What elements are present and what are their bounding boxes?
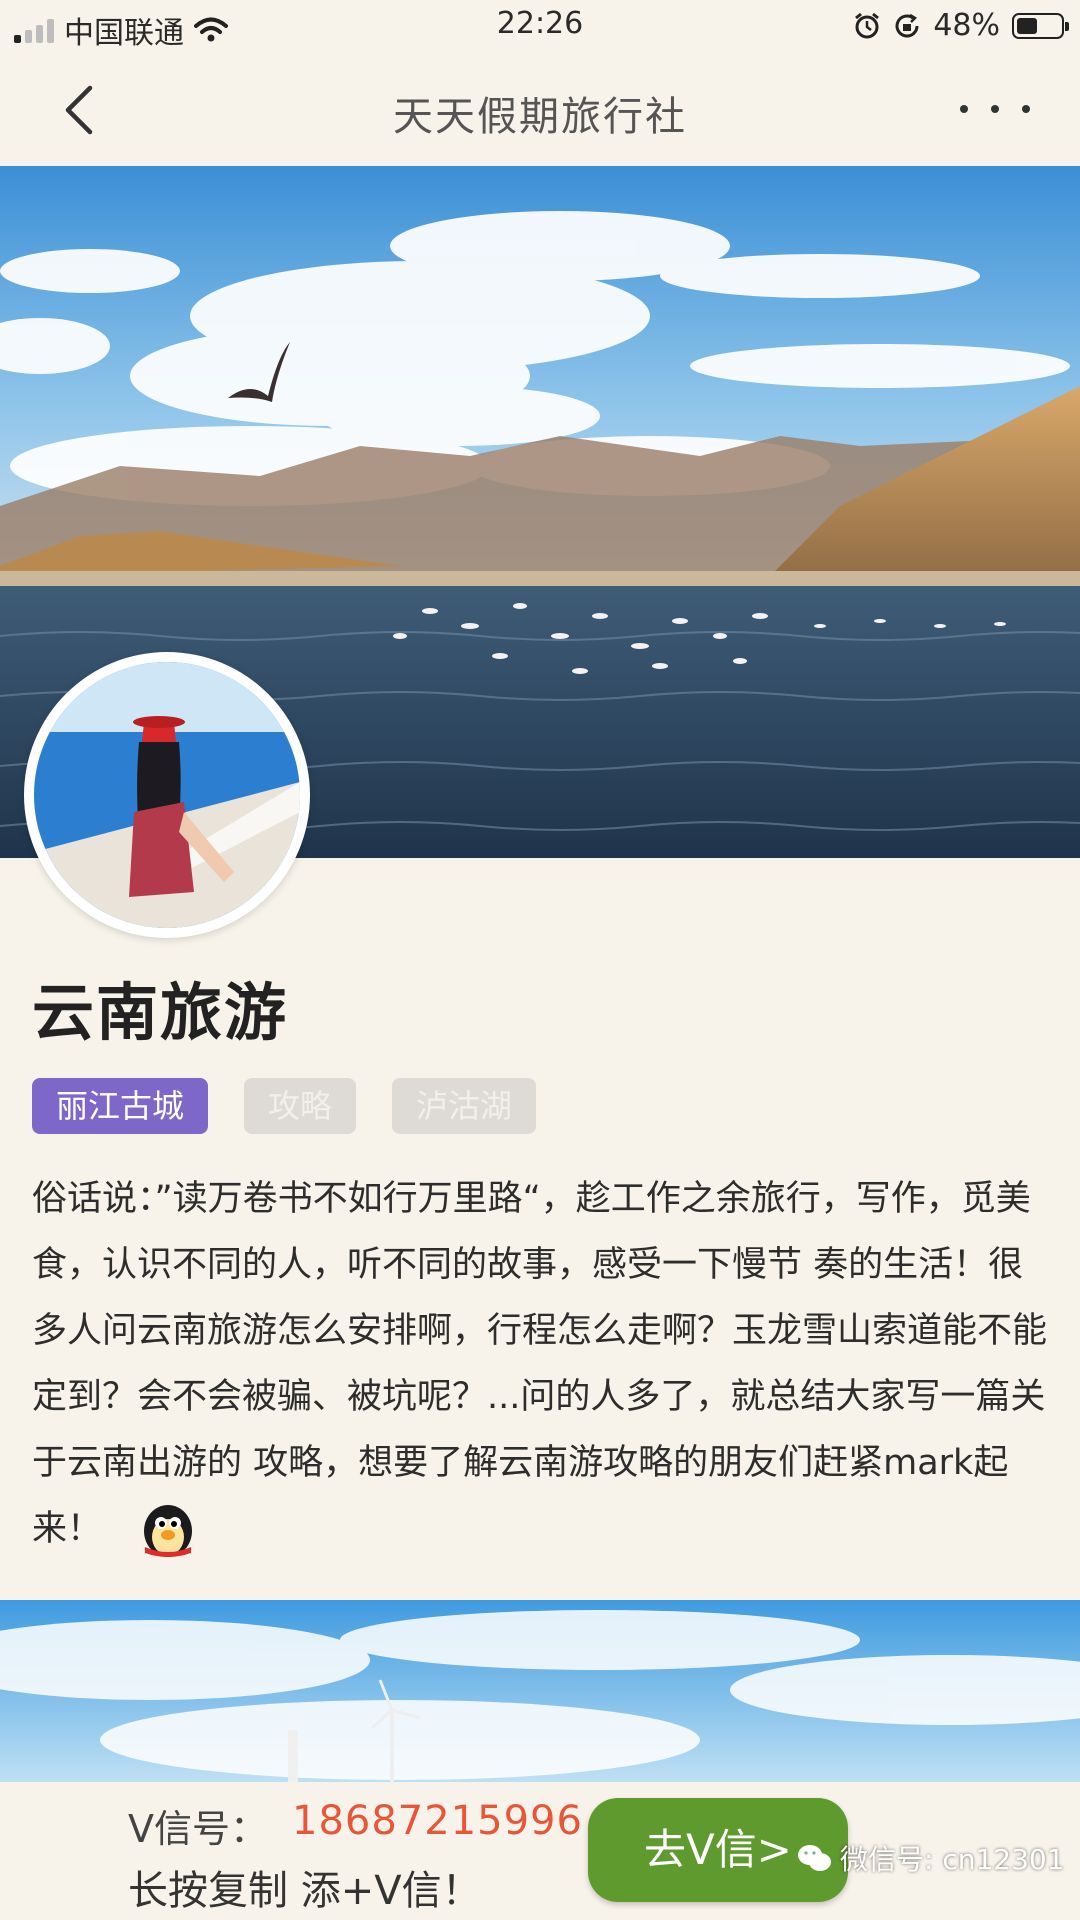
contact-bar: V信号： 18687215996 长按复制 添+V信！ 去V信> 微信号: cn… (0, 1782, 1080, 1920)
page-title: 云南旅游 (32, 976, 289, 1049)
nav-bar: 天天假期旅行社 (0, 52, 1080, 167)
tag-lijiang[interactable]: 丽江古城 (32, 1078, 209, 1134)
wechat-id-number[interactable]: 18687215996 (292, 1798, 583, 1844)
watermark-text: 微信号: cn12301 (840, 1843, 1065, 1876)
penguin-emoji-icon (144, 1505, 193, 1557)
page-header-title: 天天假期旅行社 (393, 94, 687, 140)
alarm-icon (855, 12, 880, 38)
article-text: 俗话说：”读万卷书不如行万里路“，趁工作之余旅行，写作，觅美食，认识不同的人，听… (32, 1179, 1048, 1549)
avatar[interactable] (24, 652, 310, 938)
rotation-lock-icon (895, 13, 919, 37)
battery-percent: 48% (933, 8, 1000, 43)
tag-list: 丽江古城 攻略 泸沽湖 (32, 1078, 537, 1134)
watermark: 微信号: cn12301 (796, 1838, 1065, 1878)
article-body: 俗话说：”读万卷书不如行万里路“，趁工作之余旅行，写作，觅美食，认识不同的人，听… (32, 1166, 1052, 1562)
more-icon[interactable] (960, 92, 1030, 126)
tag-lugu-lake[interactable]: 泸沽湖 (392, 1078, 537, 1134)
article-photo (0, 1600, 1080, 1782)
battery-icon (1012, 12, 1069, 39)
battery-level (1017, 17, 1037, 34)
status-bar: 中国联通 22:26 48% (0, 0, 1080, 52)
wechat-icon (798, 1845, 831, 1871)
wechat-id-label: V信号： (128, 1807, 268, 1851)
tag-guide[interactable]: 攻略 (244, 1078, 357, 1134)
copy-hint: 长按复制 添+V信！ (128, 1868, 482, 1914)
status-right: 48% (853, 8, 1069, 43)
